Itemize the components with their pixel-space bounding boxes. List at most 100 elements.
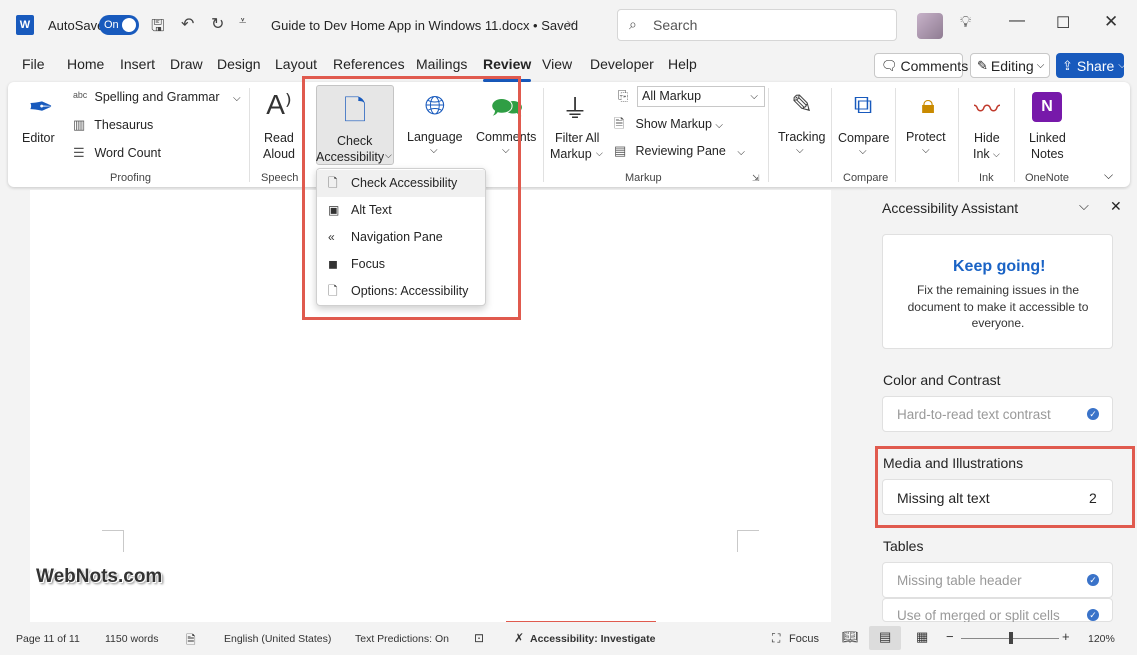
- share-chevron-icon: ⌵: [1118, 60, 1126, 71]
- accessibility-status-icon: ✗: [514, 631, 525, 645]
- pane-options-chevron-icon[interactable]: ⌵: [1079, 198, 1089, 214]
- zoom-slider-thumb[interactable]: [1009, 632, 1013, 644]
- redo-icon[interactable]: ↻: [211, 14, 224, 34]
- filter-label-1[interactable]: Filter All: [555, 130, 599, 146]
- tab-view[interactable]: View: [542, 56, 572, 78]
- hard-to-read-label: Hard-to-read text contrast: [897, 407, 1051, 422]
- show-markup-label: Show Markup: [635, 117, 712, 131]
- filter-markup-icon[interactable]: ⏚: [558, 89, 592, 126]
- compare-icon[interactable]: ⧉: [846, 89, 880, 121]
- tab-review[interactable]: Review: [483, 56, 532, 82]
- thesaurus-label: Thesaurus: [94, 118, 154, 132]
- page-corner-left: [102, 530, 124, 552]
- filter-chevron-icon[interactable]: ⌵: [596, 148, 603, 159]
- tab-insert[interactable]: Insert: [120, 56, 155, 78]
- protect-icon[interactable]: 🔒︎: [911, 89, 945, 121]
- linked-notes-label-2[interactable]: Notes: [1031, 146, 1064, 162]
- tab-design[interactable]: Design: [217, 56, 261, 78]
- editing-button[interactable]: ✎ Editing ⌵: [970, 53, 1050, 78]
- read-mode-icon[interactable]: 📖︎: [842, 629, 859, 645]
- tab-layout[interactable]: Layout: [275, 56, 317, 78]
- hide-ink-label-2[interactable]: Ink: [973, 146, 990, 162]
- all-markup-chevron-icon: ⌵: [750, 91, 758, 102]
- divider: [958, 88, 959, 182]
- zoom-level[interactable]: 120%: [1088, 633, 1115, 645]
- language-status[interactable]: English (United States): [224, 633, 331, 645]
- proofing-status-icon[interactable]: 🗎︎: [186, 631, 196, 652]
- markup-launcher-icon[interactable]: ⇲: [752, 173, 760, 184]
- search-box[interactable]: ⌕ Search: [617, 9, 897, 41]
- reviewing-pane-button[interactable]: ▤ Reviewing Pane ⌵: [614, 143, 745, 159]
- display-for-review-icon: ⎘: [618, 88, 629, 103]
- divider: [895, 88, 896, 182]
- hide-ink-icon[interactable]: 〰: [970, 89, 1004, 126]
- page-count[interactable]: Page 11 of 11: [16, 633, 80, 645]
- zoom-out-icon[interactable]: −: [946, 629, 954, 644]
- tab-references[interactable]: References: [333, 56, 405, 78]
- read-aloud-label-1[interactable]: Read: [264, 130, 294, 146]
- tracking-label[interactable]: Tracking: [778, 129, 825, 145]
- pane-close-icon[interactable]: ✕: [1110, 198, 1122, 215]
- focus-mode-button[interactable]: Focus: [789, 633, 819, 645]
- all-markup-select[interactable]: All Markup ⌵: [637, 86, 765, 107]
- show-markup-button[interactable]: 🗎 Show Markup ⌵: [614, 115, 723, 137]
- onenote-icon[interactable]: N: [1032, 92, 1062, 122]
- tab-file[interactable]: File: [22, 56, 45, 78]
- text-predictions-status[interactable]: Text Predictions: On: [355, 633, 449, 645]
- word-count-icon: ☰: [73, 145, 85, 160]
- thesaurus-button[interactable]: ▥ Thesaurus: [73, 117, 153, 133]
- title-chevron-down-icon[interactable]: ⌵: [567, 16, 575, 29]
- spelling-grammar-button[interactable]: ᵃᵇᶜ Spelling and Grammar ⌵: [73, 89, 241, 104]
- tracking-chevron-icon[interactable]: ⌵: [796, 145, 804, 156]
- word-count[interactable]: 1150 words: [105, 633, 159, 645]
- collapse-ribbon-icon[interactable]: ⌵: [1104, 168, 1113, 183]
- spelling-icon: ᵃᵇᶜ: [73, 89, 88, 104]
- tab-help[interactable]: Help: [668, 56, 697, 78]
- document-title[interactable]: Guide to Dev Home App in Windows 11.docx…: [271, 18, 578, 33]
- editor-label[interactable]: Editor: [22, 130, 55, 146]
- compare-chevron-icon[interactable]: ⌵: [859, 146, 867, 157]
- tab-draw[interactable]: Draw: [170, 56, 203, 78]
- reviewing-pane-label: Reviewing Pane: [635, 144, 726, 158]
- accessibility-status[interactable]: Accessibility: Investigate: [530, 633, 655, 645]
- share-button[interactable]: ⇪ Share ⌵: [1056, 53, 1126, 78]
- macro-recording-icon[interactable]: ⊡: [474, 631, 484, 645]
- customize-qat-icon[interactable]: ⩡: [239, 13, 246, 29]
- tracking-icon[interactable]: ✎: [785, 89, 819, 120]
- avatar[interactable]: [917, 13, 943, 39]
- tab-mailings[interactable]: Mailings: [416, 56, 467, 78]
- close-icon[interactable]: ✕: [1104, 12, 1118, 32]
- maximize-icon[interactable]: ☐: [1056, 13, 1070, 33]
- pane-scrollbar[interactable]: [1126, 195, 1131, 620]
- web-layout-icon[interactable]: ▦: [916, 629, 928, 645]
- spelling-chevron-icon: ⌵: [233, 93, 241, 104]
- page-corner-right: [737, 530, 759, 552]
- zoom-in-icon[interactable]: +: [1062, 629, 1070, 644]
- show-markup-chevron-icon: ⌵: [715, 120, 723, 131]
- word-count-button[interactable]: ☰ Word Count: [73, 145, 161, 161]
- minimize-icon[interactable]: —: [1009, 12, 1025, 30]
- filter-label-2[interactable]: Markup: [550, 146, 592, 162]
- divider: [543, 88, 544, 182]
- tab-developer[interactable]: Developer: [590, 56, 654, 78]
- divider: [768, 88, 769, 182]
- editor-icon[interactable]: ✒: [24, 90, 58, 125]
- read-aloud-icon[interactable]: A⁾: [262, 88, 296, 121]
- hide-ink-label-1[interactable]: Hide: [974, 130, 1000, 146]
- group-onenote: OneNote: [1025, 172, 1070, 184]
- save-icon[interactable]: 🖫: [151, 15, 165, 42]
- read-aloud-label-2[interactable]: Aloud: [263, 146, 295, 162]
- checkmark-icon: ✓: [1087, 609, 1099, 621]
- compare-label[interactable]: Compare: [838, 130, 889, 146]
- tab-home[interactable]: Home: [67, 56, 104, 78]
- reviewing-pane-icon: ▤: [614, 143, 627, 158]
- lightbulb-icon[interactable]: 💡︎: [960, 14, 971, 32]
- undo-icon[interactable]: ↶: [181, 14, 194, 34]
- linked-notes-label-1[interactable]: Linked: [1029, 130, 1066, 146]
- highlight-box-ribbon: [302, 76, 521, 320]
- comments-button[interactable]: 🗨︎ Comments: [874, 53, 968, 78]
- protect-chevron-icon[interactable]: ⌵: [922, 145, 930, 156]
- autosave-toggle[interactable]: On: [99, 15, 139, 35]
- hide-ink-chevron-icon[interactable]: ⌵: [993, 149, 1000, 160]
- protect-label[interactable]: Protect: [906, 129, 946, 145]
